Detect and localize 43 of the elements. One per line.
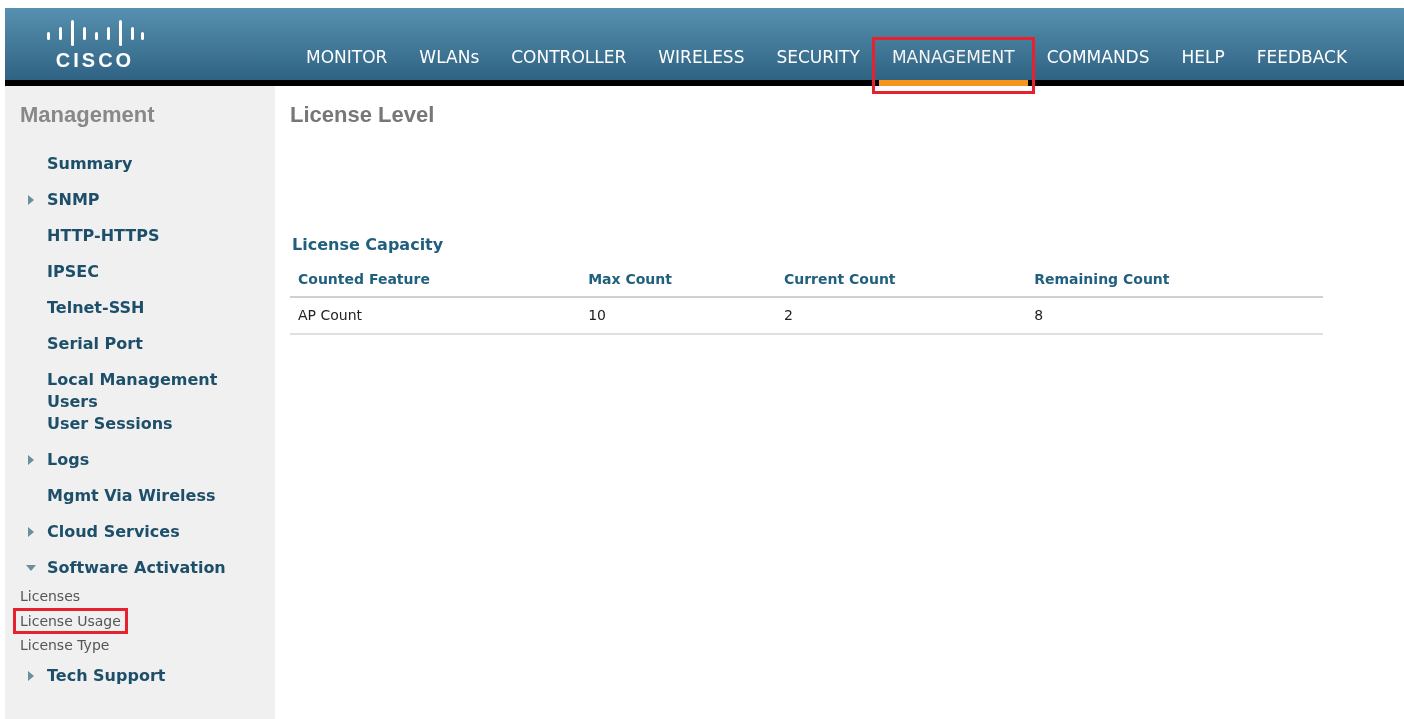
sidebar-item[interactable]: Local Management Users [47, 369, 257, 413]
sidebar-item[interactable]: Cloud Services [47, 521, 257, 543]
sidebar-item[interactable]: IPSEC [47, 261, 257, 283]
table-cell: 8 [1026, 297, 1323, 334]
sidebar-item[interactable]: Logs [47, 449, 257, 471]
sidebar-item[interactable]: HTTP-HTTPS [47, 225, 257, 247]
sidebar-item[interactable]: SNMP [47, 189, 257, 211]
nav-tab[interactable]: SECURITY [763, 44, 873, 80]
sidebar-item[interactable]: Mgmt Via Wireless [47, 485, 257, 507]
sidebar-subitem[interactable]: Licenses [20, 585, 81, 608]
sidebar-item[interactable]: Software Activation [47, 557, 257, 579]
nav-tab[interactable]: WIRELESS [645, 44, 758, 80]
logo-bars-icon [45, 18, 145, 46]
sidebar-item[interactable]: Telnet-SSH [47, 297, 257, 319]
column-header: Remaining Count [1026, 263, 1323, 297]
nav-tab[interactable]: HELP [1168, 44, 1238, 80]
sidebar-item[interactable]: User Sessions [47, 413, 257, 435]
table-cell: 2 [775, 297, 1027, 334]
nav-tab[interactable]: MANAGEMENT [878, 44, 1028, 86]
page-title: License Level [290, 101, 436, 129]
section-title: License Capacity [292, 234, 445, 256]
sidebar-item[interactable]: Serial Port [47, 333, 257, 355]
column-header: Max Count [580, 263, 776, 297]
column-header: Current Count [775, 263, 1027, 297]
table-cell: 10 [580, 297, 776, 334]
sidebar-item[interactable]: Tech Support [47, 665, 257, 687]
nav-tab[interactable]: MONITOR [293, 44, 401, 80]
nav-tab[interactable]: CONTROLLER [498, 44, 640, 80]
triangle-right-icon[interactable] [26, 455, 36, 465]
triangle-right-icon[interactable] [26, 671, 36, 681]
column-header: Counted Feature [290, 263, 581, 297]
table-cell: AP Count [290, 297, 581, 334]
sidebar-subitem[interactable]: License Type [20, 634, 110, 657]
nav-tab[interactable]: COMMANDS [1033, 44, 1163, 80]
sidebar-item[interactable]: Summary [47, 153, 257, 175]
nav-tab[interactable]: FEEDBACK [1243, 44, 1361, 80]
sidebar-subitem[interactable]: License Usage [13, 608, 128, 634]
logo-text: CISCO [55, 50, 135, 70]
triangle-right-icon[interactable] [26, 195, 36, 205]
sidebar-title: Management [20, 101, 156, 129]
triangle-right-icon[interactable] [26, 527, 36, 537]
nav-tab[interactable]: WLANs [406, 44, 493, 80]
triangle-down-icon[interactable] [26, 563, 36, 573]
